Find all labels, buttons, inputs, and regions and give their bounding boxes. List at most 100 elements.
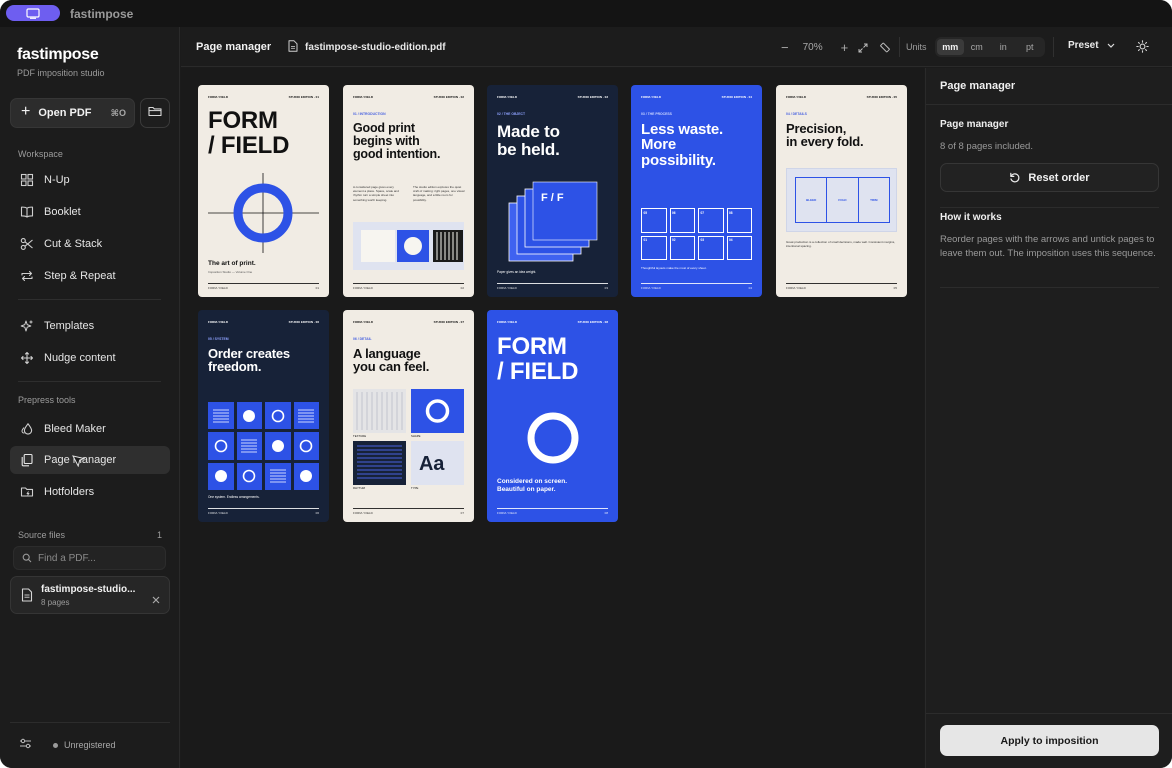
headline-line: be held. [497,139,560,159]
headline-line: in every fold. [786,134,864,150]
footer-page-number: 08 [604,511,608,515]
document-icon [288,40,298,55]
settings-sliders-icon[interactable] [19,737,32,755]
unit-in[interactable]: in [990,39,1017,55]
panel-divider [940,207,1159,208]
fold-panels-graphic: BLEED FOLD TRIM [786,168,897,232]
sidebar-item-label: Step & Repeat [44,270,116,282]
sidebar-item-n-up[interactable]: N-Up [10,166,170,194]
shapes-strip-graphic [353,222,464,275]
page-running-head: FORM / FIELD [641,95,661,99]
document-icon [21,588,33,607]
apply-to-imposition-button[interactable]: Apply to imposition [940,725,1159,756]
headline-line: you can feel. [353,359,430,375]
sidebar-item-label: N-Up [44,174,70,186]
sidebar-item-nudge-content[interactable]: Nudge content [10,344,170,372]
page-footer: FORM / FIELD 03 [497,283,608,290]
footer-left: FORM / FIELD [641,286,661,290]
caption-line: Beautiful on paper. [497,486,556,494]
page-monogram: F / F [541,192,564,204]
page-thumbnail-7[interactable]: FORM / FIELD STUDIO EDITION · 07 06 / DET… [343,310,474,522]
tile-label: TYPE [411,486,419,490]
page-header: FORM / FIELD STUDIO EDITION · 01 [208,95,319,100]
source-files-label: Source files [18,530,66,540]
open-folder-button[interactable] [140,98,170,128]
source-file-pages: 8 pages [41,598,70,607]
sidebar-item-page-manager[interactable]: Page manager [10,446,170,474]
zoom-out-button[interactable]: − [781,40,789,55]
sidebar-item-hotfolders[interactable]: Hotfolders [10,478,170,506]
sidebar-footer-divider [10,722,170,723]
sparkle-icon [19,318,35,334]
open-pdf-button[interactable]: + Open PDF ⌘O [10,98,135,128]
theme-sun-icon[interactable] [1136,40,1149,58]
sidebar-item-booklet[interactable]: Booklet [10,198,170,226]
headline-line: / FIELD [208,131,290,159]
page-edition: STUDIO EDITION · 06 [288,320,319,324]
headline-line: Order creates [208,346,290,361]
page-header: FORM / FIELD STUDIO EDITION · 05 [786,95,897,100]
pattern-tile [293,462,319,490]
pdf-search-input[interactable]: Find a PDF... [13,546,166,570]
page-thumbnail-5[interactable]: FORM / FIELD STUDIO EDITION · 05 04 / DET… [776,85,907,297]
folder-icon [19,484,35,500]
page-edition: STUDIO EDITION · 04 [721,95,752,99]
page-footer: FORM / FIELD 06 [208,508,319,515]
fit-expand-icon[interactable] [858,43,868,53]
page-thumbnail-6[interactable]: FORM / FIELD STUDIO EDITION · 06 05 / SYS… [198,310,329,522]
sidebar-item-label: Booklet [44,206,81,218]
pages-icon [19,452,35,468]
source-file-item[interactable]: fastimpose-studio... 8 pages [10,576,170,614]
unit-mm[interactable]: mm [937,39,964,55]
sidebar-item-bleed-maker[interactable]: Bleed Maker [10,415,170,443]
page-canvas: FORM / FIELD STUDIO EDITION · 01 FORM / FI… [181,68,924,768]
sidebar-item-step-repeat[interactable]: Step & Repeat [10,262,170,290]
pattern-tile [265,462,291,490]
reset-order-button[interactable]: Reset order [940,163,1159,192]
page-kicker: 03 / THE PROCESS [641,112,672,116]
page-header: FORM / FIELD STUDIO EDITION · 04 [641,95,752,100]
monitor-icon[interactable] [6,5,60,21]
page-header: FORM / FIELD STUDIO EDITION · 07 [353,320,464,325]
open-pdf-label: Open PDF [38,107,92,119]
app-window: fastimpose fastimpose PDF imposition stu… [0,0,1172,768]
zoom-in-button[interactable]: + [841,40,849,55]
page-thumbnail-1[interactable]: FORM / FIELD STUDIO EDITION · 01 FORM / FI… [198,85,329,297]
page-running-head: FORM / FIELD [497,95,517,99]
chevron-down-icon [1107,43,1115,48]
headline-line: good intention. [353,146,441,161]
type-sample: Aa [419,453,445,475]
panel-label: BLEED [796,178,828,222]
title-bar: fastimpose [0,0,1172,27]
sidebar-item-cut-stack[interactable]: Cut & Stack [10,230,170,258]
page-thumbnail-4[interactable]: FORM / FIELD STUDIO EDITION · 04 03 / THE… [631,85,762,297]
preset-dropdown[interactable]: Preset [1068,40,1115,51]
sidebar-item-label: Cut & Stack [44,238,103,250]
toolbar-divider [899,37,900,57]
search-icon [22,553,32,563]
ruler-icon[interactable] [879,42,891,54]
sidebar-item-templates[interactable]: Templates [10,312,170,340]
page-thumbnail-8[interactable]: FORM / FIELD STUDIO EDITION · 08 FORM / FI… [487,310,618,522]
page-thumbnail-2[interactable]: FORM / FIELD STUDIO EDITION · 02 01 / INT… [343,85,474,297]
page-kicker: 02 / THE OBJECT [497,112,526,116]
sidebar-divider [18,299,161,300]
headline-line: Good print [353,121,415,135]
open-file-name: fastimpose-studio-edition.pdf [288,40,446,55]
brand-title: fastimpose [17,46,99,63]
unit-cm[interactable]: cm [964,39,991,55]
sidebar-item-label: Hotfolders [44,486,95,498]
source-files-count: 1 [157,530,163,540]
page-footer: FORM / FIELD 07 [353,508,464,515]
close-icon[interactable] [152,591,160,609]
imposition-cell: 04 [726,235,752,260]
footer-page-number: 02 [460,286,464,290]
headline-line: begins with [353,133,420,148]
page-caption: Great production is a collection of smal… [786,240,896,249]
headline-line: FORM [208,107,278,134]
unit-pt[interactable]: pt [1017,39,1044,55]
page-caption: Paper gives an idea weight. [497,270,537,274]
footer-left: FORM / FIELD [353,286,373,290]
page-thumbnail-3[interactable]: FORM / FIELD STUDIO EDITION · 03 02 / THE… [487,85,618,297]
imposition-cell: 07 [698,208,724,233]
